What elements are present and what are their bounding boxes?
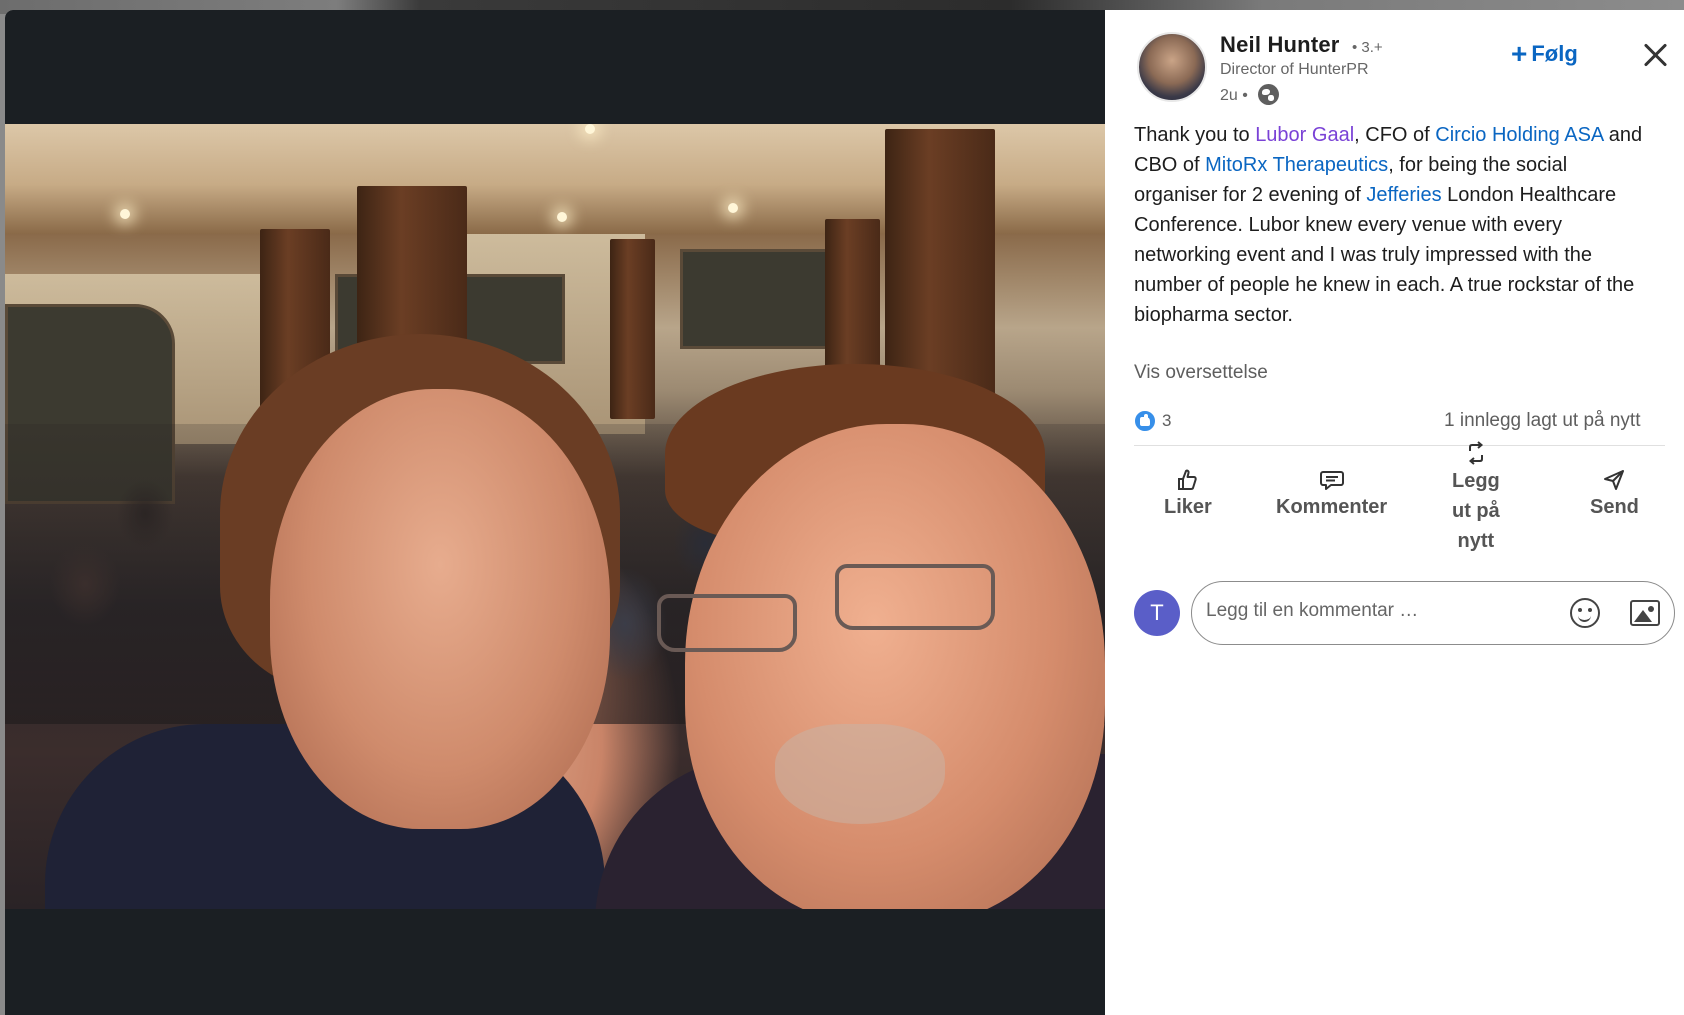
mention-lubor-gaal[interactable]: Lubor Gaal [1255,124,1354,146]
post-panel: Neil Hunter • 3.+ Director of HunterPR 2… [1110,10,1684,1015]
follow-button[interactable]: + Følg [1511,36,1578,69]
repost-label-line: Legg [1452,470,1500,492]
like-button[interactable]: Liker [1164,468,1212,522]
follow-label: Følg [1531,41,1578,66]
emoji-icon[interactable] [1570,598,1600,628]
image-viewer [5,10,1105,1015]
photo-light [557,212,567,222]
photo-face [685,424,1105,909]
show-translation-link[interactable]: Vis oversettelse [1134,362,1268,384]
post-text-segment: Thank you to [1134,124,1256,146]
reaction-summary[interactable]: 3 [1134,410,1171,432]
send-icon [1604,470,1625,490]
action-bar: Liker Kommenter Legg ut på nytt Send [1134,441,1665,574]
globe-icon [1258,84,1279,105]
post-text-segment: , CFO of [1354,124,1436,146]
mention-circio-holding[interactable]: Circio Holding ASA [1435,124,1603,146]
photo-beard [775,724,945,824]
comment-box[interactable] [1191,581,1675,645]
mention-mitorx[interactable]: MitoRx Therapeutics [1205,154,1388,176]
photo-face [270,389,610,829]
comment-icon [1319,471,1344,490]
repost-icon [1468,441,1483,465]
photo-light [585,124,595,134]
author-name[interactable]: Neil Hunter [1220,32,1340,58]
like-label: Liker [1164,496,1212,518]
author-avatar[interactable] [1137,32,1207,102]
image-icon[interactable] [1630,600,1660,626]
send-label: Send [1590,496,1639,518]
post-time: 2u • [1220,87,1248,104]
repost-button[interactable]: Legg ut på nytt [1452,440,1500,556]
post-modal: Neil Hunter • 3.+ Director of HunterPR 2… [5,10,1684,1015]
post-photo[interactable] [5,124,1105,909]
mention-jefferies[interactable]: Jefferies [1366,184,1441,206]
reaction-count: 3 [1162,411,1172,430]
comment-input[interactable] [1206,600,1536,622]
close-icon[interactable] [1640,40,1670,70]
reposts-count[interactable]: 1 innlegg lagt ut på nytt [1444,410,1640,432]
post-text: Thank you to Lubor Gaal, CFO of Circio H… [1134,120,1654,330]
send-button[interactable]: Send [1590,468,1639,522]
plus-icon: + [1511,38,1528,69]
author-headline: Director of HunterPR [1220,61,1369,78]
photo-light [728,203,738,213]
repost-label-line: nytt [1457,530,1495,552]
photo-glasses [657,594,797,652]
photo-light [120,209,130,219]
connection-degree: • 3.+ [1352,39,1383,56]
photo-pillar [610,239,655,419]
like-icon [1177,469,1197,490]
repost-label-line: ut på [1452,500,1500,522]
current-user-avatar[interactable]: T [1134,590,1180,636]
divider [1134,445,1665,446]
comment-button[interactable]: Kommenter [1276,468,1387,522]
photo-glasses [835,564,995,630]
like-reaction-icon [1134,410,1156,432]
comment-label: Kommenter [1276,496,1388,518]
